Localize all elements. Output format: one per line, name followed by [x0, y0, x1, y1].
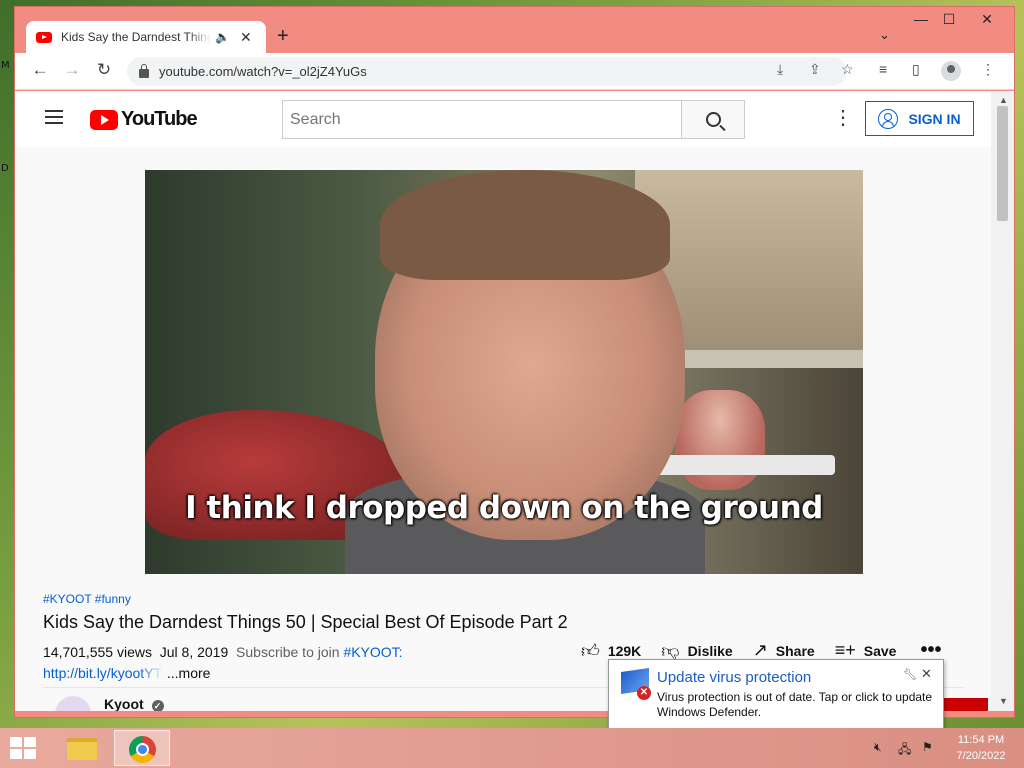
back-button[interactable]: ←: [28, 60, 52, 80]
forward-button[interactable]: →: [60, 60, 84, 80]
video-title: Kids Say the Darndest Things 50 | Specia…: [43, 612, 568, 632]
desktop-icon-label[interactable]: M: [1, 60, 10, 71]
page-viewport: YouTube ⋮ SIGN IN I think I dropped d: [15, 91, 1014, 711]
url-text[interactable]: youtube.com/watch?v=_ol2jZ4YuGs: [159, 64, 367, 79]
wrench-icon[interactable]: 🔧︎: [903, 668, 917, 681]
search-input[interactable]: [283, 101, 681, 138]
reload-button[interactable]: ↻: [92, 60, 116, 80]
tab-close-button[interactable]: ✕: [240, 29, 252, 46]
menu-icon[interactable]: ⋮: [981, 61, 995, 78]
video-player[interactable]: I think I dropped down on the ground: [145, 170, 863, 574]
new-tab-button[interactable]: +: [277, 25, 289, 48]
reading-list-icon[interactable]: ≡: [879, 61, 887, 77]
channel-name[interactable]: Kyoot: [104, 696, 144, 711]
hashtags[interactable]: #KYOOT #funny: [43, 592, 131, 606]
browser-toolbar: ← → ↻ youtube.com/watch?v=_ol2jZ4YuGs ⤓ …: [15, 53, 1014, 90]
address-bar[interactable]: youtube.com/watch?v=_ol2jZ4YuGs: [127, 57, 847, 86]
close-window-button[interactable]: ✕: [972, 11, 1002, 28]
star-icon[interactable]: ☆: [841, 61, 854, 78]
hamburger-menu-icon[interactable]: [45, 110, 63, 124]
video-stats: 14,701,555 views Jul 8, 2019 Subscribe t…: [43, 644, 403, 660]
save-label: Save: [863, 642, 897, 659]
description-link[interactable]: http://bit.ly/kyootYT: [43, 665, 163, 681]
tab-strip: Kids Say the Darndest Things 50 | Specia…: [15, 7, 1014, 53]
action-center-warning-icon[interactable]: ⚑: [922, 740, 933, 754]
minimize-button[interactable]: —: [906, 11, 936, 27]
lock-icon[interactable]: [139, 64, 149, 78]
channel-avatar[interactable]: [55, 696, 91, 711]
scroll-down-arrow-icon[interactable]: ▼: [999, 696, 1008, 706]
channel-name-wrap: Kyoot ✓: [104, 696, 164, 711]
maximize-button[interactable]: ☐: [934, 11, 964, 28]
browser-window: Kids Say the Darndest Things 50 | Specia…: [14, 6, 1015, 718]
view-count: 14,701,555 views: [43, 644, 152, 660]
side-panel-icon[interactable]: ▯: [912, 61, 920, 78]
video-caption: I think I dropped down on the ground: [185, 490, 823, 526]
video-child-hair: [380, 170, 670, 280]
sign-in-label: SIGN IN: [908, 110, 961, 127]
start-button[interactable]: [10, 737, 38, 761]
share-arrow-icon: ↗: [752, 640, 768, 660]
account-icon: [878, 108, 899, 129]
tab-search-button[interactable]: ⌄: [879, 27, 890, 43]
volume-muted-icon[interactable]: 🔇︎: [874, 740, 882, 755]
notification-close-button[interactable]: ✕: [921, 666, 932, 682]
folder-icon: [67, 738, 97, 760]
file-explorer-taskbar-button[interactable]: [52, 730, 108, 766]
youtube-logo[interactable]: YouTube: [90, 108, 198, 131]
share-button[interactable]: ↗ Share: [753, 640, 815, 661]
youtube-play-icon: [90, 109, 118, 130]
defender-flag-icon: ✕: [621, 668, 651, 700]
thumbs-up-icon: 👍︎: [581, 640, 600, 661]
scroll-thumb[interactable]: [997, 106, 1008, 221]
chrome-taskbar-button[interactable]: [114, 730, 170, 766]
youtube-header: YouTube ⋮ SIGN IN: [15, 91, 991, 147]
profile-icon[interactable]: [941, 61, 961, 81]
upload-date: Jul 8, 2019: [159, 644, 229, 660]
save-button[interactable]: ≡+ Save: [835, 640, 897, 661]
description-line: http://bit.ly/kyootYT ...more: [43, 665, 210, 681]
system-clock[interactable]: 11:54 PM 7/20/2022: [950, 732, 1012, 764]
chrome-icon: [129, 736, 156, 763]
notification-title[interactable]: Update virus protection: [657, 669, 811, 686]
notification-text[interactable]: Virus protection is out of date. Tap or …: [657, 690, 939, 720]
video-baby-in-highchair: [675, 390, 765, 490]
dislike-label: Dislike: [687, 642, 733, 659]
playlist-add-icon: ≡+: [834, 640, 856, 660]
notification-balloon[interactable]: ✕ Update virus protection Virus protecti…: [608, 659, 944, 738]
channel-hashtag[interactable]: #KYOOT:: [343, 644, 402, 660]
verified-badge-icon: ✓: [151, 700, 164, 711]
share-icon[interactable]: ⇪: [809, 61, 821, 78]
taskbar: 🔇︎ 🖧 ⚑ 11:54 PM 7/20/2022: [0, 728, 1024, 768]
like-count: 129K: [607, 642, 642, 659]
sign-in-button[interactable]: SIGN IN: [865, 101, 974, 136]
youtube-logo-text: YouTube: [121, 108, 198, 130]
page-scrollbar[interactable]: ▲ ▼: [991, 91, 1014, 711]
clock-time: 11:54 PM: [957, 734, 1005, 746]
browser-tab[interactable]: Kids Say the Darndest Things 50 | Specia…: [26, 21, 266, 53]
search-button[interactable]: [681, 100, 745, 139]
show-more-button[interactable]: ...more: [167, 665, 211, 681]
youtube-favicon-icon: [36, 31, 52, 43]
search-icon: [705, 112, 721, 127]
search-box: [282, 100, 682, 139]
video-highchair-tray: [645, 455, 835, 475]
download-icon[interactable]: ⤓: [777, 61, 783, 78]
tab-title: Kids Say the Darndest Things 50 | Specia…: [61, 30, 211, 44]
network-icon[interactable]: 🖧: [898, 740, 911, 761]
speaker-icon[interactable]: 🔈: [215, 30, 230, 44]
subscribe-text: Subscribe to join: [236, 644, 340, 660]
scroll-up-arrow-icon[interactable]: ▲: [999, 95, 1008, 105]
share-label: Share: [775, 642, 815, 659]
settings-more-icon[interactable]: ⋮: [833, 108, 853, 128]
error-icon: ✕: [637, 686, 651, 700]
clock-date: 7/20/2022: [956, 750, 1006, 762]
desktop-icon-label[interactable]: D: [1, 163, 9, 174]
